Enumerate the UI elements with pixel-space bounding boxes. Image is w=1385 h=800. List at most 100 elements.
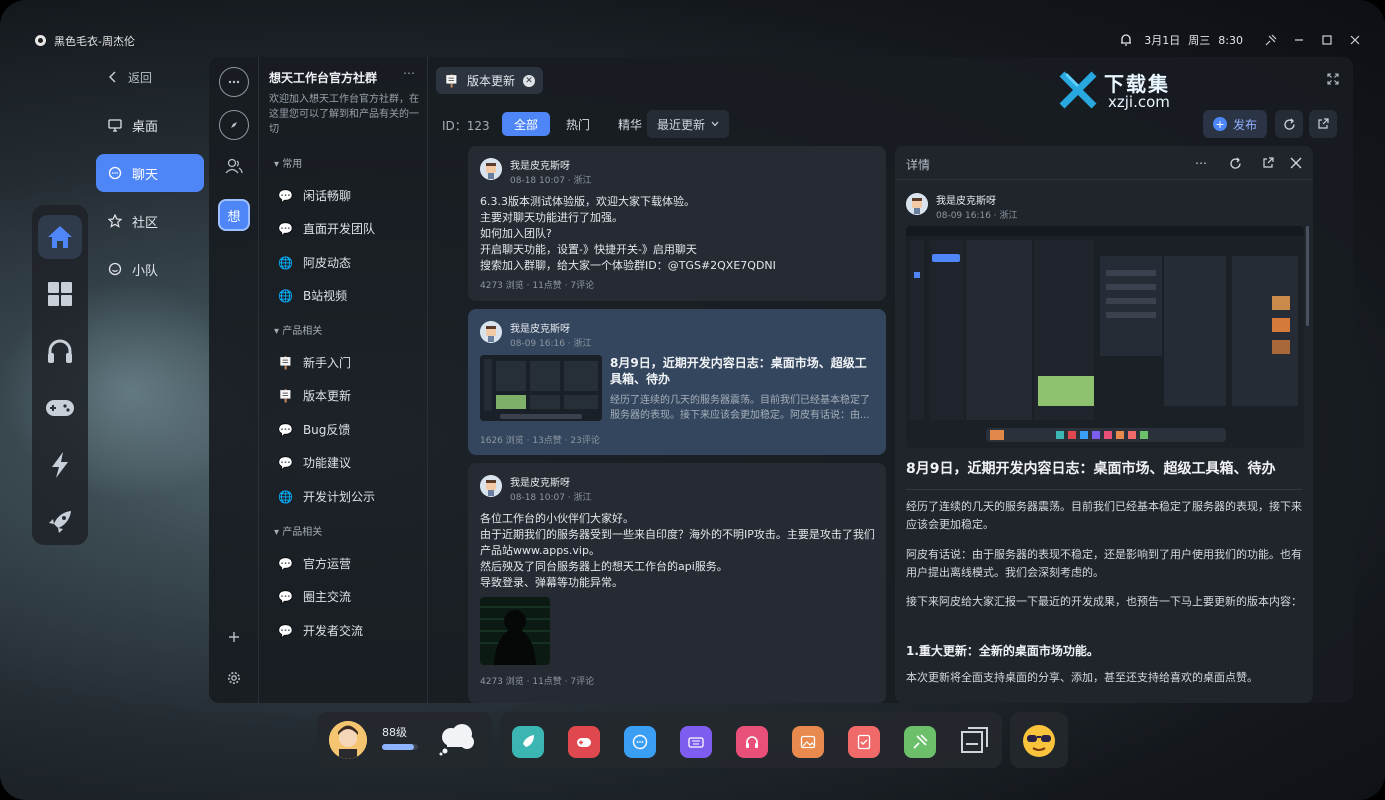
group-header-product[interactable]: ▾ 产品相关 xyxy=(274,322,322,337)
channel-item[interactable]: 💬 开发者交流 xyxy=(278,622,363,639)
chat-icon[interactable] xyxy=(624,726,656,758)
post-image[interactable] xyxy=(480,597,550,665)
fullscreen-icon[interactable] xyxy=(1327,73,1339,88)
divider xyxy=(906,489,1302,490)
community-description: 欢迎加入想天工作台官方社群，在这里您可以了解到和产品有关的一切 xyxy=(269,94,419,135)
channel-item[interactable]: 💬 直面开发团队 xyxy=(278,220,375,237)
messages-icon[interactable] xyxy=(219,67,249,97)
pin-icon[interactable] xyxy=(904,726,936,758)
home-icon[interactable] xyxy=(38,215,82,259)
post-stats: 1626 浏览 · 13点赞 · 23评论 xyxy=(480,436,600,446)
avatar xyxy=(480,158,502,180)
group-header-common[interactable]: ▾ 常用 xyxy=(274,155,302,170)
settings-gear-icon[interactable] xyxy=(219,663,249,693)
maximize-icon[interactable] xyxy=(1317,30,1337,50)
channel-item[interactable]: 💬 闲话畅聊 xyxy=(278,187,351,204)
post-card[interactable]: 我是皮克斯呀 08-18 10:07 · 浙江 6.3.3版本测试体验版，欢迎大… xyxy=(468,146,886,301)
minimize-icon[interactable] xyxy=(1289,30,1309,50)
contacts-icon[interactable] xyxy=(219,151,249,181)
publish-button[interactable]: + 发布 xyxy=(1202,110,1267,138)
image-icon[interactable] xyxy=(792,726,824,758)
open-external-icon[interactable] xyxy=(1257,152,1279,174)
detail-subheading: 1.重大更新：全新的桌面市场功能。 xyxy=(906,644,1099,658)
refresh-icon[interactable] xyxy=(1275,110,1303,138)
post-card-selected[interactable]: 我是皮克斯呀 08-09 16:16 · 浙江 8月9日，近期开发内容日志：桌面… xyxy=(468,309,886,455)
detail-scrollbar[interactable] xyxy=(1306,226,1309,326)
check-icon[interactable] xyxy=(848,726,880,758)
chevron-left-icon xyxy=(109,71,116,83)
more-icon[interactable]: ⋯ xyxy=(403,66,415,80)
detail-screenshot[interactable] xyxy=(906,226,1304,448)
channel-item[interactable]: 💬 官方运营 xyxy=(278,555,351,572)
smile-icon xyxy=(108,262,122,276)
keyboard-icon[interactable] xyxy=(680,726,712,758)
rocket-icon[interactable] xyxy=(38,500,82,544)
compass-icon[interactable] xyxy=(219,110,249,140)
lightning-icon[interactable] xyxy=(38,443,82,487)
globe-icon: 🌐 xyxy=(278,288,293,303)
plus-circle-icon: + xyxy=(1212,117,1227,131)
close-icon[interactable] xyxy=(1285,152,1307,174)
article-title[interactable]: 8月9日，近期开发内容日志：桌面市场、超级工具箱、待办 xyxy=(610,355,878,387)
channel-item[interactable]: 💬 圈主交流 xyxy=(278,588,351,605)
post-author[interactable]: 我是皮克斯呀 xyxy=(510,320,570,335)
filter-all[interactable]: 全部 xyxy=(502,112,551,136)
xzji-logo-icon xyxy=(1059,71,1097,109)
post-card[interactable]: 我是皮克斯呀 08-18 10:07 · 浙江 各位工作台的小伙伴们大家好。 由… xyxy=(468,463,886,703)
watermark-url: xzji.com xyxy=(1108,93,1170,111)
detail-author[interactable]: 我是皮克斯呀 xyxy=(936,192,996,207)
pin-window-icon[interactable] xyxy=(1261,30,1281,50)
nav-item-desktop[interactable]: 桌面 xyxy=(96,106,204,144)
main-nav: 返回 桌面 聊天 社区 小队 xyxy=(96,58,204,298)
close-icon[interactable] xyxy=(1345,30,1365,50)
open-external-icon[interactable] xyxy=(1309,110,1337,138)
detail-header-label: 详情 xyxy=(906,158,931,172)
channel-label: 闲话畅聊 xyxy=(302,189,351,203)
nav-item-label: 小队 xyxy=(132,263,159,279)
gamepad-icon[interactable] xyxy=(38,386,82,430)
group-header-product-2[interactable]: ▾ 产品相关 xyxy=(274,523,322,538)
nav-item-team[interactable]: 小队 xyxy=(96,250,204,288)
clock-text: 8:30 xyxy=(1218,33,1243,47)
channel-item[interactable]: 🌐 开发计划公示 xyxy=(278,488,375,505)
back-button[interactable]: 返回 xyxy=(96,58,204,96)
avatar xyxy=(480,321,502,343)
desktop-background: 黑色毛衣-周杰伦 3月1日 周三 8:30 返回 桌面 聊天 社区 小队 想 想… xyxy=(0,0,1385,800)
headphones-icon[interactable] xyxy=(38,329,82,373)
now-playing-title: 黑色毛衣-周杰伦 xyxy=(54,35,135,48)
channel-item[interactable]: 🌐 阿皮动态 xyxy=(278,254,351,271)
bell-icon[interactable] xyxy=(1116,30,1136,50)
post-stats: 4273 浏览 · 11点赞 · 7评论 xyxy=(480,281,595,291)
more-icon[interactable]: ⋯ xyxy=(1190,152,1212,174)
grid-icon[interactable] xyxy=(38,272,82,316)
multi-window-icon[interactable] xyxy=(960,724,990,759)
channel-item[interactable]: 💬 功能建议 xyxy=(278,454,351,471)
channel-item[interactable]: 🪧 新手入门 xyxy=(278,354,351,371)
nav-item-label: 桌面 xyxy=(132,119,159,135)
user-avatar[interactable] xyxy=(329,721,367,759)
music-disc-icon[interactable] xyxy=(35,35,46,46)
tab-version-update[interactable]: 🪧 版本更新 ✕ xyxy=(436,67,543,94)
filter-hot[interactable]: 热门 xyxy=(554,112,602,136)
group-label: 产品相关 xyxy=(282,527,323,538)
post-author[interactable]: 我是皮克斯呀 xyxy=(510,474,570,489)
channel-item[interactable]: 🪧 版本更新 xyxy=(278,387,351,404)
refresh-icon[interactable] xyxy=(1224,152,1246,174)
group-avatar-active[interactable]: 想 xyxy=(218,199,250,231)
post-author[interactable]: 我是皮克斯呀 xyxy=(510,157,570,172)
channel-label: 圈主交流 xyxy=(302,590,351,604)
channel-item[interactable]: 🌐 B站视频 xyxy=(278,287,347,304)
nav-item-chat[interactable]: 聊天 xyxy=(96,154,204,192)
sunglasses-emoji-icon[interactable] xyxy=(1021,723,1057,762)
level-progress-fill xyxy=(382,744,415,750)
channel-item[interactable]: 💬 Bug反馈 xyxy=(278,421,350,438)
add-icon[interactable] xyxy=(219,622,249,652)
cloud-icon[interactable] xyxy=(437,722,477,759)
headphones-icon[interactable] xyxy=(736,726,768,758)
group-label: 常用 xyxy=(282,159,303,170)
gamepad-icon[interactable] xyxy=(568,726,600,758)
tab-close-icon[interactable]: ✕ xyxy=(522,74,535,87)
nav-item-community[interactable]: 社区 xyxy=(96,202,204,240)
sort-select[interactable]: 最近更新 xyxy=(647,110,730,138)
rocket-icon[interactable] xyxy=(512,726,544,758)
